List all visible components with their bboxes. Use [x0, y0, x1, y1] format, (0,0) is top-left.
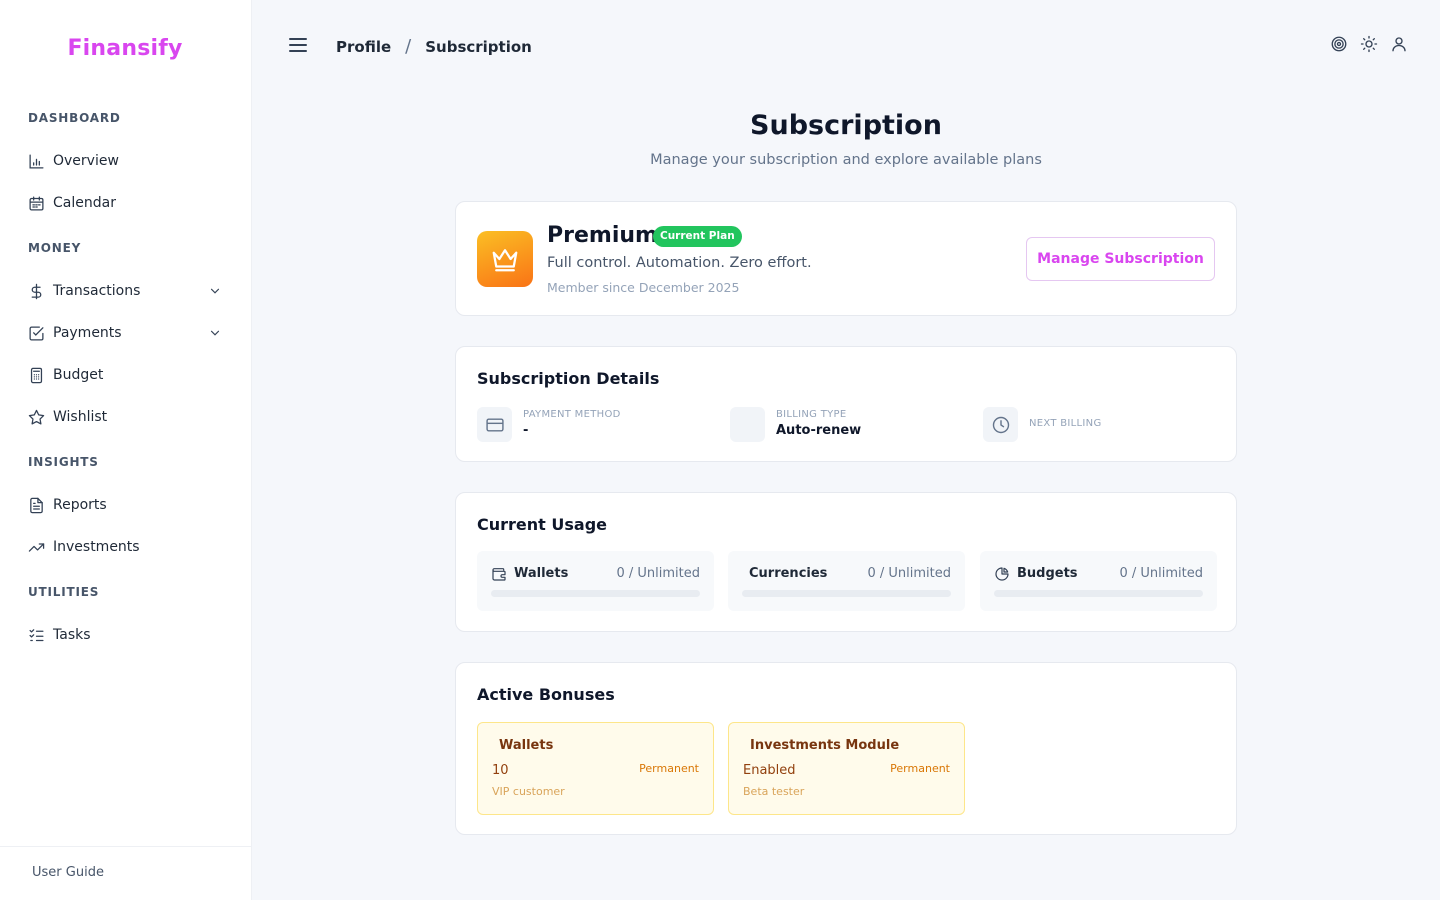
page-subtitle: Manage your subscription and explore ava…: [650, 152, 1042, 168]
payment-method-label: PAYMENT METHOD: [523, 409, 621, 420]
bonus-reason: Beta tester: [743, 785, 805, 798]
current-plan-badge: Current Plan: [653, 226, 742, 247]
bonus-item: Investments Module Enabled Permanent Bet…: [728, 722, 965, 815]
clock-icon: [983, 407, 1018, 442]
bonus-duration: Permanent: [639, 762, 699, 775]
sidebar-item-wishlist[interactable]: Wishlist: [20, 400, 232, 434]
bonuses-title: Active Bonuses: [477, 685, 615, 704]
checklist-icon: [28, 627, 45, 644]
bar-chart-icon: [28, 153, 45, 170]
sidebar-footer: User Guide: [0, 846, 251, 900]
sidebar-item-label: Investments: [53, 539, 140, 555]
user-icon[interactable]: [1390, 35, 1408, 53]
current-plan-card: Premium Current Plan Full control. Autom…: [455, 201, 1237, 316]
usage-currencies: Currencies 0 / Unlimited: [728, 551, 965, 611]
usage-budgets: Budgets 0 / Unlimited: [980, 551, 1217, 611]
bonus-value: 10: [492, 763, 509, 778]
sidebar-item-payments[interactable]: Payments: [20, 316, 232, 350]
bonus-duration: Permanent: [890, 762, 950, 775]
sidebar-item-label: Transactions: [53, 283, 141, 299]
section-utilities: UTILITIES: [28, 585, 100, 599]
bonus-value: Enabled: [743, 763, 796, 778]
dollar-icon: [28, 283, 45, 300]
calendar-icon: [28, 195, 45, 212]
wallet-icon: [491, 566, 507, 582]
bonus-reason: VIP customer: [492, 785, 565, 798]
usage-progress-bar: [491, 590, 700, 597]
breadcrumb-subscription: Subscription: [425, 37, 532, 56]
manage-subscription-button[interactable]: Manage Subscription: [1026, 237, 1215, 281]
chevron-down-icon[interactable]: [208, 284, 222, 298]
payment-method-value: -: [523, 423, 529, 438]
breadcrumb: Profile / Subscription: [336, 36, 532, 57]
next-billing: NEXT BILLING: [983, 407, 1223, 443]
sidebar-item-reports[interactable]: Reports: [20, 488, 232, 522]
sidebar-item-tasks[interactable]: Tasks: [20, 618, 232, 652]
current-usage-card: Current Usage Wallets 0 / Unlimited Curr…: [455, 492, 1237, 632]
active-bonuses-card: Active Bonuses Wallets 10 Permanent VIP …: [455, 662, 1237, 835]
sidebar-item-investments[interactable]: Investments: [20, 530, 232, 564]
document-icon: [28, 497, 45, 514]
usage-count: 0 / Unlimited: [867, 566, 951, 581]
member-since: Member since December 2025: [547, 280, 740, 295]
sidebar-item-label: Tasks: [53, 627, 91, 643]
sidebar: Finansify DASHBOARD Overview Calendar MO…: [0, 0, 252, 900]
sidebar-item-label: Budget: [53, 367, 104, 383]
crown-icon: [477, 231, 533, 287]
breadcrumb-separator: /: [405, 36, 412, 57]
section-dashboard: DASHBOARD: [28, 111, 121, 125]
section-money: MONEY: [28, 241, 82, 255]
app-logo[interactable]: Finansify: [0, 36, 250, 61]
header-actions: [1330, 35, 1408, 53]
subscription-details-card: Subscription Details PAYMENT METHOD - BI…: [455, 346, 1237, 462]
usage-name: Budgets: [1017, 566, 1078, 581]
sidebar-item-label: Wishlist: [53, 409, 108, 425]
sidebar-item-calendar[interactable]: Calendar: [20, 186, 232, 220]
trending-up-icon: [28, 539, 45, 556]
plan-tagline: Full control. Automation. Zero effort.: [547, 255, 812, 271]
billing-type: BILLING TYPE Auto-renew: [730, 407, 970, 443]
chevron-down-icon[interactable]: [208, 326, 222, 340]
calculator-icon: [28, 367, 45, 384]
bonus-item: Wallets 10 Permanent VIP customer: [477, 722, 714, 815]
next-billing-label: NEXT BILLING: [1029, 418, 1102, 429]
sidebar-item-label: Overview: [53, 153, 119, 169]
sidebar-item-label: Payments: [53, 325, 122, 341]
plan-name: Premium: [547, 223, 658, 248]
usage-count: 0 / Unlimited: [616, 566, 700, 581]
billing-type-icon: [730, 407, 765, 442]
sidebar-item-label: Reports: [53, 497, 107, 513]
star-icon: [28, 409, 45, 426]
pie-chart-icon: [994, 566, 1010, 582]
sun-icon[interactable]: [1360, 35, 1378, 53]
details-title: Subscription Details: [477, 369, 660, 388]
breadcrumb-profile[interactable]: Profile: [336, 38, 391, 56]
usage-name: Currencies: [749, 566, 828, 581]
page-title: Subscription: [750, 110, 942, 141]
section-insights: INSIGHTS: [28, 455, 99, 469]
bonus-name: Wallets: [499, 738, 554, 753]
usage-wallets: Wallets 0 / Unlimited: [477, 551, 714, 611]
billing-type-label: BILLING TYPE: [776, 409, 847, 420]
sidebar-item-transactions[interactable]: Transactions: [20, 274, 232, 308]
usage-progress-bar: [994, 590, 1203, 597]
sidebar-item-budget[interactable]: Budget: [20, 358, 232, 392]
billing-type-value: Auto-renew: [776, 423, 862, 438]
sidebar-item-overview[interactable]: Overview: [20, 144, 232, 178]
user-guide-link[interactable]: User Guide: [32, 865, 104, 880]
payment-method: PAYMENT METHOD -: [477, 407, 717, 443]
bonus-name: Investments Module: [750, 738, 900, 753]
sidebar-item-label: Calendar: [53, 195, 116, 211]
usage-count: 0 / Unlimited: [1119, 566, 1203, 581]
check-square-icon: [28, 325, 45, 342]
menu-icon[interactable]: [288, 36, 308, 54]
target-icon[interactable]: [1330, 35, 1348, 53]
usage-title: Current Usage: [477, 515, 607, 534]
usage-name: Wallets: [514, 566, 569, 581]
usage-progress-bar: [742, 590, 951, 597]
credit-card-icon: [477, 407, 512, 442]
